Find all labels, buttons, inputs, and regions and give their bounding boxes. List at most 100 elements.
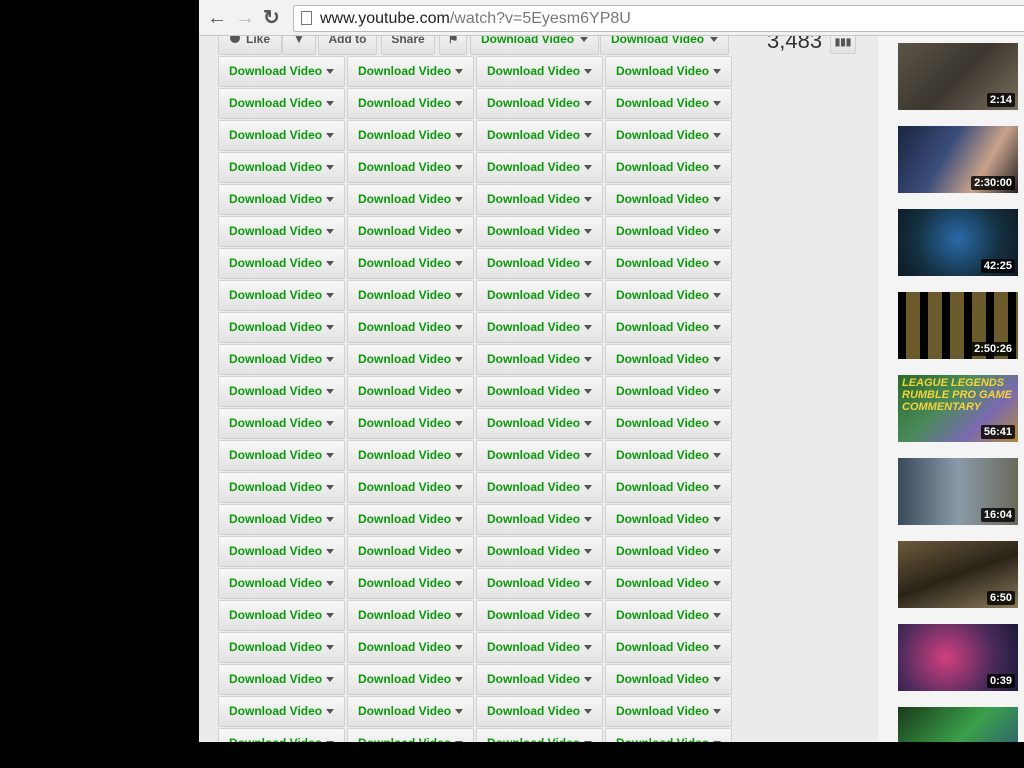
download-video-button[interactable]: Download Video <box>605 728 732 742</box>
download-video-button[interactable]: Download Video <box>218 312 345 343</box>
download-video-button[interactable]: Download Video <box>347 440 474 471</box>
download-video-button[interactable]: Download Video <box>218 696 345 727</box>
download-video-button[interactable]: Download Video <box>218 344 345 375</box>
download-video-button[interactable]: Download Video <box>347 408 474 439</box>
download-video-button[interactable]: Download Video <box>476 88 603 119</box>
download-video-button[interactable]: Download Video <box>347 120 474 151</box>
video-thumbnail[interactable]: 42:25 <box>898 209 1018 276</box>
back-icon[interactable]: ← <box>207 6 227 30</box>
download-video-button[interactable]: Download Video <box>476 632 603 663</box>
download-video-button[interactable]: Download Video <box>347 248 474 279</box>
download-video-button[interactable]: Download Video <box>605 632 732 663</box>
download-video-button[interactable]: Download Video <box>218 664 345 695</box>
video-thumbnail[interactable] <box>898 707 1018 742</box>
download-video-button[interactable]: Download Video <box>605 696 732 727</box>
download-video-button[interactable]: Download Video <box>347 664 474 695</box>
download-video-button[interactable]: Download Video <box>218 568 345 599</box>
download-video-button[interactable]: Download Video <box>476 664 603 695</box>
video-thumbnail[interactable]: 2:30:00 <box>898 126 1018 193</box>
download-video-button[interactable]: Download Video <box>347 600 474 631</box>
download-video-button[interactable]: Download Video <box>605 408 732 439</box>
download-video-button[interactable]: Download Video <box>218 184 345 215</box>
download-video-button[interactable]: Download Video <box>347 216 474 247</box>
download-video-button[interactable]: Download Video <box>605 120 732 151</box>
download-video-button[interactable]: Download Video <box>476 344 603 375</box>
download-video-button[interactable]: Download Video <box>476 472 603 503</box>
video-thumbnail[interactable]: 16:04 <box>898 458 1018 525</box>
download-video-button[interactable]: Download Video <box>605 248 732 279</box>
download-video-button[interactable]: Download Video <box>218 248 345 279</box>
download-video-button[interactable]: Download Video <box>476 184 603 215</box>
download-video-button[interactable]: Download Video <box>218 56 345 87</box>
download-video-button[interactable]: Download Video <box>347 88 474 119</box>
download-video-button[interactable]: Download Video <box>476 280 603 311</box>
download-video-button[interactable]: Download Video <box>605 88 732 119</box>
video-thumbnail[interactable]: 2:14 <box>898 43 1018 110</box>
download-video-button[interactable]: Download Video <box>347 472 474 503</box>
download-video-button[interactable]: Download Video <box>605 56 732 87</box>
download-video-button[interactable]: Download Video <box>347 632 474 663</box>
download-video-button[interactable]: Download Video <box>476 696 603 727</box>
video-thumbnail[interactable]: 6:50 <box>898 541 1018 608</box>
download-video-button[interactable]: Download Video <box>347 312 474 343</box>
download-video-button[interactable]: Download Video <box>605 344 732 375</box>
download-video-button[interactable]: Download Video <box>605 440 732 471</box>
download-video-button[interactable]: Download Video <box>218 152 345 183</box>
reload-icon[interactable]: ↻ <box>263 6 280 30</box>
download-video-button[interactable]: Download Video <box>605 600 732 631</box>
video-thumbnail[interactable]: LEAGUE LEGENDS RUMBLE PRO GAME COMMENTAR… <box>898 375 1018 442</box>
download-video-button[interactable]: Download Video <box>347 344 474 375</box>
download-video-button[interactable]: Download Video <box>218 472 345 503</box>
download-video-button[interactable]: Download Video <box>476 248 603 279</box>
download-video-button[interactable]: Download Video <box>476 440 603 471</box>
download-video-button[interactable]: Download Video <box>605 568 732 599</box>
download-video-button[interactable]: Download Video <box>218 120 345 151</box>
download-video-button[interactable]: Download Video <box>218 504 345 535</box>
download-video-button[interactable]: Download Video <box>476 536 603 567</box>
download-video-button[interactable]: Download Video <box>476 120 603 151</box>
download-video-button[interactable]: Download Video <box>218 280 345 311</box>
download-video-button[interactable]: Download Video <box>476 600 603 631</box>
download-video-button[interactable]: Download Video <box>347 184 474 215</box>
download-video-button[interactable]: Download Video <box>476 376 603 407</box>
download-video-button[interactable]: Download Video <box>476 408 603 439</box>
download-video-button[interactable]: Download Video <box>605 152 732 183</box>
download-video-button[interactable]: Download Video <box>347 536 474 567</box>
download-video-button[interactable]: Download Video <box>347 568 474 599</box>
download-video-button[interactable]: Download Video <box>347 376 474 407</box>
download-video-button[interactable]: Download Video <box>218 600 345 631</box>
download-video-button[interactable]: Download Video <box>347 696 474 727</box>
download-video-button[interactable]: Download Video <box>218 376 345 407</box>
download-video-button[interactable]: Download Video <box>605 216 732 247</box>
download-video-button[interactable]: Download Video <box>605 280 732 311</box>
download-video-button[interactable]: Download Video <box>605 376 732 407</box>
download-video-button[interactable]: Download Video <box>347 280 474 311</box>
download-video-button[interactable]: Download Video <box>476 312 603 343</box>
download-video-button[interactable]: Download Video <box>218 408 345 439</box>
video-thumbnail[interactable]: 2:50:26 <box>898 292 1018 359</box>
download-video-button[interactable]: Download Video <box>347 152 474 183</box>
download-video-button[interactable]: Download Video <box>476 216 603 247</box>
address-bar[interactable]: www.youtube.com/watch?v=5Eyesm6YP8U <box>293 5 1024 32</box>
download-video-button[interactable]: Download Video <box>476 728 603 742</box>
download-video-button[interactable]: Download Video <box>605 184 732 215</box>
video-thumbnail[interactable]: 0:39 <box>898 624 1018 691</box>
download-video-button[interactable]: Download Video <box>218 88 345 119</box>
download-video-button[interactable]: Download Video <box>218 440 345 471</box>
download-video-button[interactable]: Download Video <box>218 728 345 742</box>
download-video-button[interactable]: Download Video <box>347 728 474 742</box>
download-video-button[interactable]: Download Video <box>605 664 732 695</box>
download-video-button[interactable]: Download Video <box>605 504 732 535</box>
download-video-button[interactable]: Download Video <box>476 152 603 183</box>
download-video-button[interactable]: Download Video <box>476 504 603 535</box>
forward-icon[interactable]: → <box>235 6 255 30</box>
download-video-button[interactable]: Download Video <box>605 312 732 343</box>
download-video-button[interactable]: Download Video <box>605 472 732 503</box>
download-video-button[interactable]: Download Video <box>218 216 345 247</box>
download-video-button[interactable]: Download Video <box>218 632 345 663</box>
download-video-button[interactable]: Download Video <box>605 536 732 567</box>
download-video-button[interactable]: Download Video <box>347 504 474 535</box>
download-video-button[interactable]: Download Video <box>476 568 603 599</box>
download-video-button[interactable]: Download Video <box>347 56 474 87</box>
download-video-button[interactable]: Download Video <box>218 536 345 567</box>
